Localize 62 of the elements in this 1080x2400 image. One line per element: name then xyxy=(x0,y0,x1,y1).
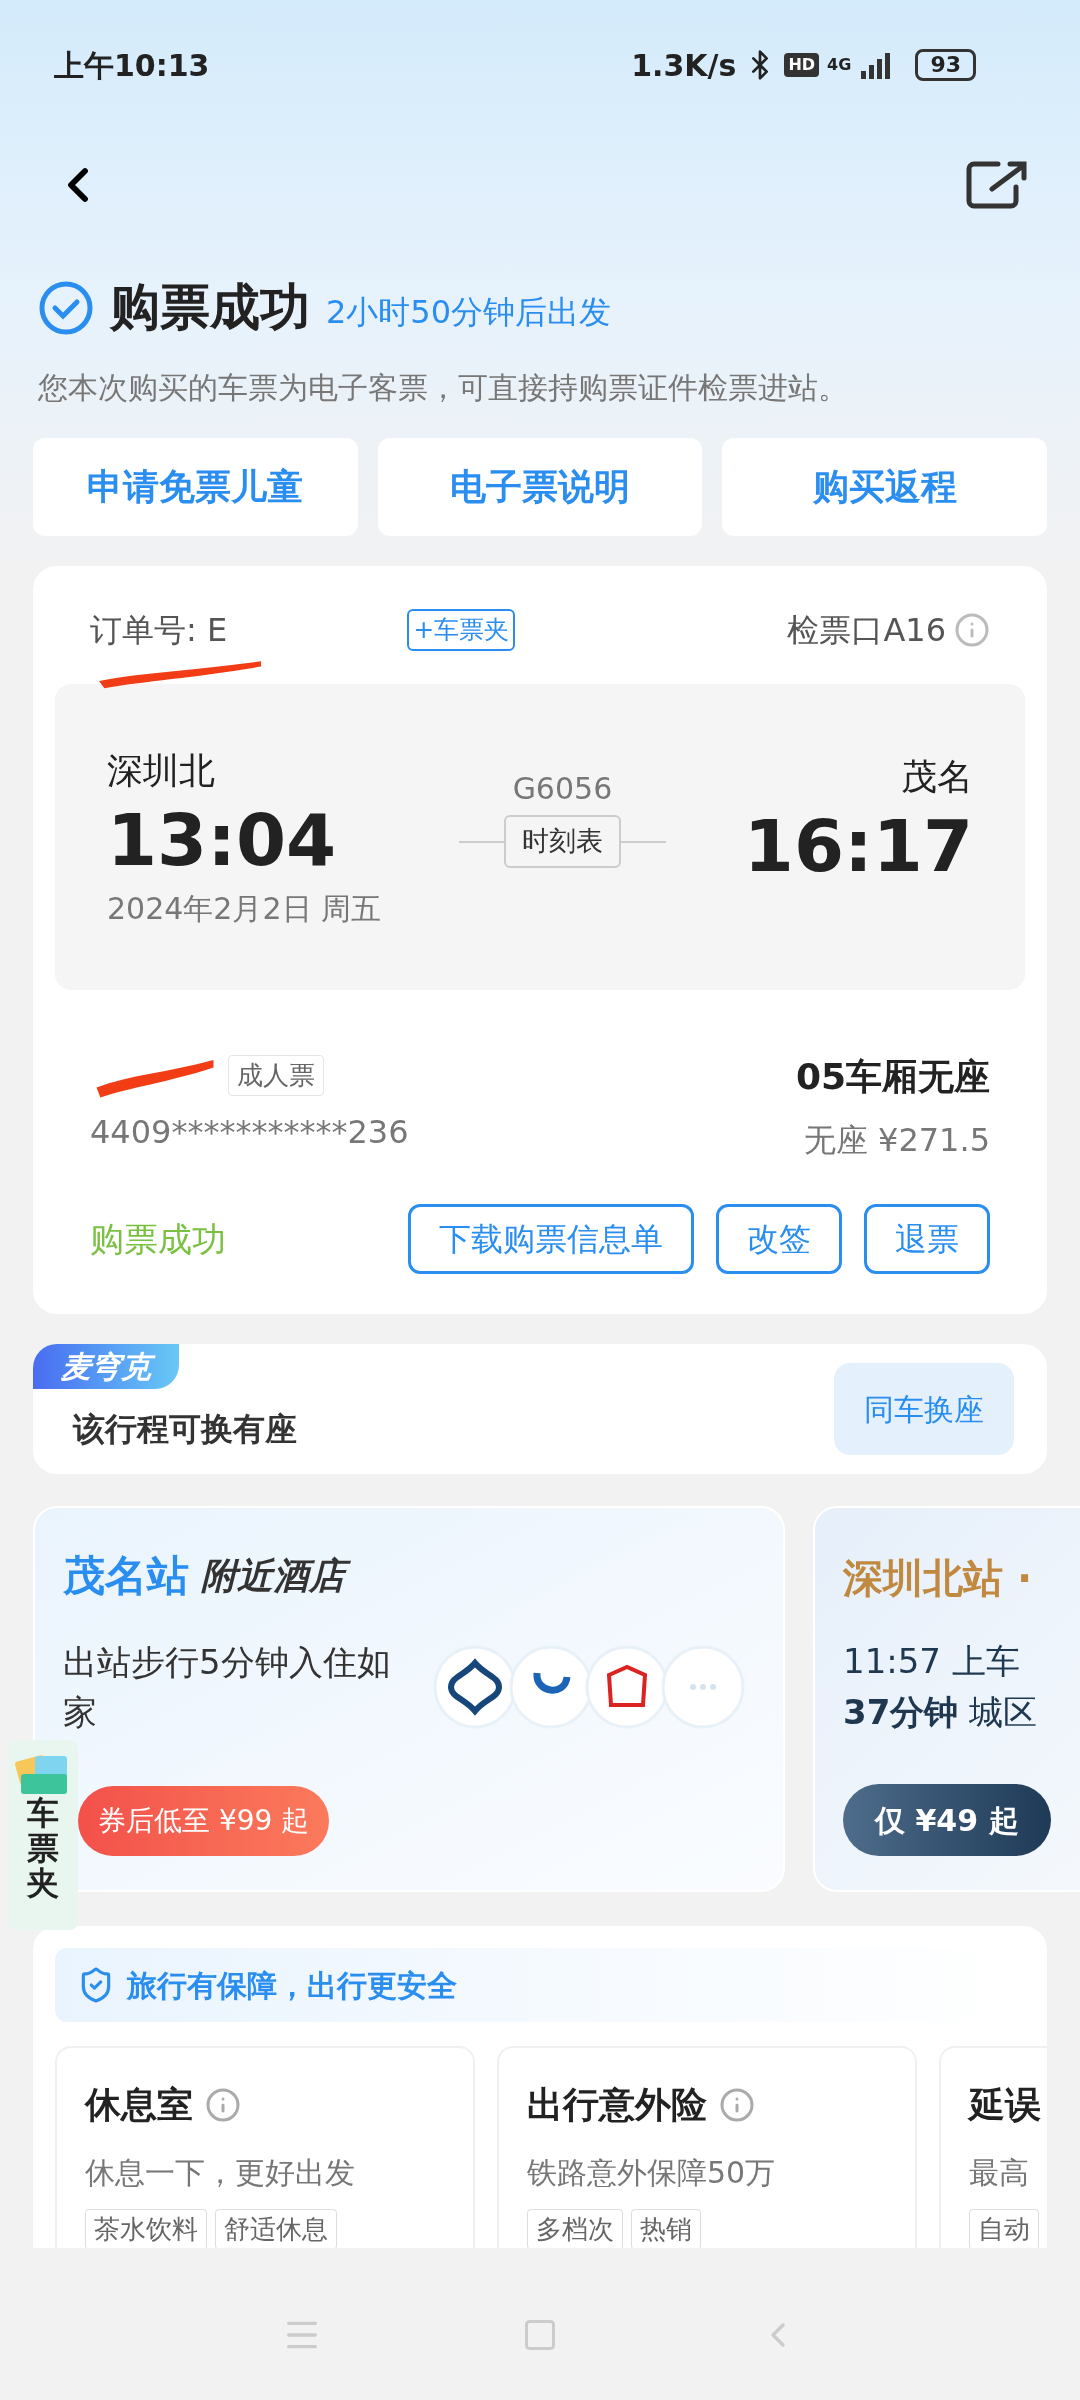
service-description: 最高 xyxy=(969,2154,1030,2192)
seat-swap-button[interactable]: 同车换座 xyxy=(834,1363,1014,1455)
action-button[interactable]: 申请免票儿童 xyxy=(33,438,358,536)
check-circle-icon xyxy=(38,279,94,336)
hotel-label: 附近酒店 xyxy=(201,1548,357,1603)
boarding-time: 11:57 上车 xyxy=(843,1640,1021,1683)
ticket-notice: 您本次购买的车票为电子客票，可直接持购票证件检票进站。 xyxy=(37,369,849,407)
timetable-button[interactable]: 时刻表 xyxy=(503,815,621,868)
wallet-tag[interactable]: +车票夹 xyxy=(407,609,516,651)
action-button[interactable]: 电子票说明 xyxy=(377,438,703,536)
gate-label: 检票口A16 xyxy=(787,610,946,651)
departure-station: 深圳北 xyxy=(107,748,216,793)
network-speed: 1.3K/s xyxy=(631,46,737,85)
brand-badge: 麦穹克 xyxy=(33,1344,179,1389)
departure-countdown: 2小时50分钟后出发 xyxy=(326,291,612,333)
hotel-description: 出站步行5分钟入住如家 xyxy=(63,1641,392,1734)
service-tag: 热销 xyxy=(631,2209,701,2248)
info-icon[interactable] xyxy=(205,2087,241,2123)
status-time: 上午10:13 xyxy=(54,46,210,85)
wallet-float-button[interactable]: 车票夹 xyxy=(8,1740,78,1930)
hotel-price-tag[interactable]: 券后低至 ¥99 起 xyxy=(78,1786,330,1856)
home-nav-icon[interactable] xyxy=(522,2317,558,2353)
train-number: G6056 xyxy=(512,770,613,809)
seat-swap-text: 该行程可换有座 xyxy=(73,1409,297,1450)
battery-indicator: 93 xyxy=(915,49,976,81)
page-title: 购票成功 xyxy=(110,277,310,338)
network-type: 4G xyxy=(827,54,852,76)
ticket-action-button[interactable]: 退票 xyxy=(864,1204,990,1274)
action-button[interactable]: 购买返程 xyxy=(722,438,1047,536)
arrival-station: 茂名 xyxy=(901,755,973,799)
service-tag: 多档次 xyxy=(527,2209,623,2248)
info-icon[interactable] xyxy=(719,2087,755,2123)
ticket-action-button[interactable]: 下载购票信息单 xyxy=(408,1204,694,1274)
service-tag: 茶水饮料 xyxy=(85,2209,207,2248)
service-tag: 舒适休息 xyxy=(215,2209,337,2248)
info-icon[interactable] xyxy=(954,612,990,648)
share-button[interactable] xyxy=(966,159,1030,211)
insurance-slogan: 旅行有保障，出行更安全 xyxy=(127,1966,457,2005)
departure-time: 13:04 xyxy=(107,797,338,882)
hd-badge: HD xyxy=(784,53,820,77)
service-title: 出行意外险 xyxy=(527,2083,707,2127)
hotel-station: 茂名站 xyxy=(63,1550,189,1602)
seat-info: 05车厢无座 xyxy=(795,1055,990,1099)
ticket-action-button[interactable]: 改签 xyxy=(716,1204,842,1274)
order-number: 订单号: E xyxy=(90,606,228,654)
transfer-station: 深圳北站 · xyxy=(843,1554,1034,1603)
hotel-brand-icon xyxy=(661,1645,745,1729)
transfer-duration: 37分钟 城区 xyxy=(843,1691,1039,1734)
service-tag: 自动 xyxy=(969,2209,1039,2248)
service-description: 铁路意外保障50万 xyxy=(527,2154,777,2192)
ticket-type-tag: 成人票 xyxy=(228,1054,324,1096)
transfer-card[interactable]: 深圳北站 · 11:57 上车 37分钟 城区 仅 ¥49 起 xyxy=(813,1506,1080,1892)
service-title: 延误 xyxy=(969,2083,1041,2127)
ticket-price: 无座 ¥271.5 xyxy=(803,1120,990,1161)
passenger-id: 4409***********236 xyxy=(90,1112,409,1153)
arrival-time: 16:17 xyxy=(743,804,973,888)
transfer-price-tag[interactable]: 仅 ¥49 起 xyxy=(843,1784,1051,1856)
travel-date: 2024年2月2日 周五 xyxy=(107,889,382,928)
service-description: 休息一下，更好出发 xyxy=(85,2154,356,2192)
service-title: 休息室 xyxy=(85,2083,193,2127)
share-icon xyxy=(966,159,1030,211)
ticket-status: 购票成功 xyxy=(90,1217,226,1261)
